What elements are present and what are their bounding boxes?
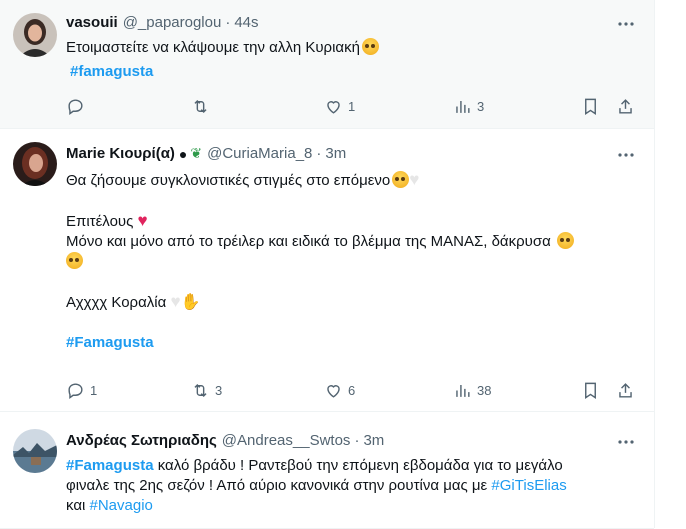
hashtag-link[interactable]: #Famagusta [66,334,154,351]
tweet-text-line: φιναλε της 2ης σεζόν ! Από αύριο κανονικ… [66,477,492,494]
views-button[interactable]: 38 [453,380,491,400]
hashtag-link[interactable]: #Famagusta [66,457,154,474]
tweet-text: Ετοιμαστείτε να κλάψουμε την αλλη Κυριακ… [66,38,636,82]
apple-icon: ● [178,145,188,162]
share-icon [619,382,632,398]
views-count: 38 [477,382,492,398]
retweet-button[interactable] [191,96,210,116]
retweet-icon [194,99,207,113]
user-handle[interactable]: @Andreas__Swtos [222,432,351,449]
share-button[interactable] [616,380,635,400]
like-count: 1 [348,98,356,114]
pleading-face-emoji [66,252,83,269]
display-name[interactable]: Marie Κιουρί(α) [66,145,175,162]
separator-dot: · [316,145,322,162]
timestamp[interactable]: 44s [234,14,258,31]
pleading-face-emoji [556,232,574,249]
retweet-icon [194,383,207,397]
tweet-text-line: Θα ζήσουμε συγκλονιστικές στιγμές στο επ… [66,172,391,189]
tweet[interactable]: Ανδρέας Σωτηριαδης @Andreas__Swtos · 3m … [0,412,654,529]
tweet-actions: 1 3 [66,96,636,116]
bookmark-icon [585,382,596,399]
tweet-actions: 1 3 6 38 [66,380,636,400]
display-name[interactable]: Ανδρέας Σωτηριαδης [66,432,217,449]
red-heart-emoji: ♥ [137,211,148,230]
hashtag-link[interactable]: #famagusta [70,63,153,80]
tweet-text-line: καλό βράδυ ! Ραντεβού την επόμενη εβδομά… [153,457,563,474]
reply-count: 1 [90,382,98,398]
tweet[interactable]: Marie Κιουρί(α) ● ❦ @CuriaMaria_8 · 3m Θ… [0,129,654,412]
pleading-face-emoji [392,171,410,188]
tweet-text-line: Ετοιμαστείτε να κλάψουμε την αλλη Κυριακ… [66,39,360,56]
display-name[interactable]: vasouii [66,14,118,31]
reply-button[interactable] [66,96,85,116]
user-handle[interactable]: @CuriaMaria_8 [207,145,312,162]
bookmark-button[interactable] [581,96,600,116]
retweet-count: 3 [215,382,223,398]
tweet-text: Θα ζήσουμε συγκλονιστικές στιγμές στο επ… [66,170,636,353]
views-icon [456,384,470,397]
reply-icon [68,98,83,115]
avatar[interactable] [13,429,57,473]
tweet-text: #Famagusta καλό βράδυ ! Ραντεβού την επό… [66,456,636,516]
tweet[interactable]: vasouii @_paparoglou · 44s Ετοιμαστείτε … [0,0,654,129]
separator-dot: · [354,432,360,449]
share-button[interactable] [616,96,635,116]
timestamp[interactable]: 3m [325,145,346,162]
retweet-button[interactable]: 3 [191,380,222,400]
more-icon[interactable] [616,14,636,34]
white-heart-emoji: ♥ [409,170,420,189]
tweet-text-line: Αχχχχ Κοραλία [66,294,167,311]
reply-button[interactable]: 1 [66,380,97,400]
separator-dot: · [225,14,231,31]
tweet-text-line: Επιτέλους [66,213,134,230]
views-count: 3 [477,98,485,114]
avatar[interactable] [13,142,57,186]
more-icon[interactable] [616,145,636,165]
avatar[interactable] [13,13,57,57]
timeline-feed: vasouii @_paparoglou · 44s Ετοιμαστείτε … [0,0,655,529]
views-button[interactable]: 3 [453,96,484,116]
bookmark-button[interactable] [581,380,600,400]
pleading-face-emoji [361,38,379,55]
raising-hands-emoji: ✋ [180,294,201,311]
like-icon [327,384,340,398]
like-button[interactable]: 1 [324,96,355,116]
views-icon [456,100,470,113]
like-icon [327,100,340,114]
more-icon[interactable] [616,432,636,452]
reply-icon [68,382,83,399]
like-button[interactable]: 6 [324,380,355,400]
like-count: 6 [348,382,356,398]
hashtag-link[interactable]: #Navagio [90,497,153,514]
page-margin [655,0,686,528]
timestamp[interactable]: 3m [363,432,384,449]
white-heart-emoji: ♥ [170,292,181,311]
bookmark-icon [585,98,596,115]
user-handle[interactable]: @_paparoglou [123,14,222,31]
tweet-text-line: Μόνο και μόνο από το τρέιλερ και ειδικά … [66,233,551,250]
flag-icon: ❦ [190,145,203,161]
hashtag-link[interactable]: #GiTisElias [491,477,566,494]
tweet-text-line: και [66,497,90,514]
share-icon [619,98,632,114]
